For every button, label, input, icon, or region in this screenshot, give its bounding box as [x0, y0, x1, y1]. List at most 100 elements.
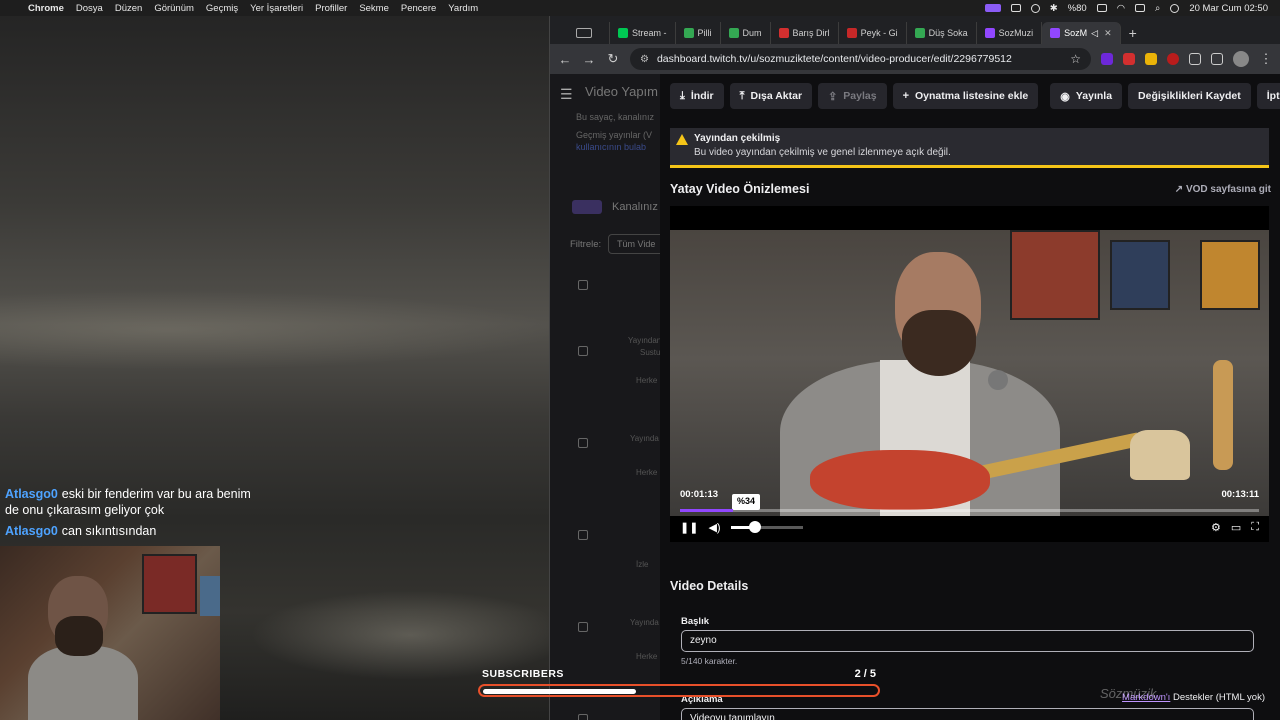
tab-favicon — [914, 28, 925, 38]
subscribers-goal: SUBSCRIBERS 2 / 5 — [478, 668, 880, 698]
volume-slider[interactable] — [730, 520, 803, 533]
row-checkbox[interactable] — [578, 714, 588, 720]
extension-icon[interactable] — [1123, 53, 1135, 65]
warning-text: Bu video yayından çekilmiş ve genel izle… — [694, 147, 951, 158]
subscribers-label: SUBSCRIBERS — [482, 668, 564, 680]
playlist-label: Oynatma listesine ekle — [915, 90, 1029, 102]
pause-icon[interactable]: ❚❚ — [680, 521, 698, 534]
volume-icon[interactable]: ◀) — [708, 521, 720, 534]
volume-knob[interactable] — [749, 520, 762, 533]
browser-tab[interactable]: Pilli — [676, 22, 721, 44]
browser-tab[interactable]: Dum — [721, 22, 771, 44]
preview-heading: Yatay Video Önizlemesi — [670, 182, 810, 196]
chrome-menu-icon[interactable]: ⋮ — [1259, 51, 1273, 67]
extension-icon[interactable] — [1101, 53, 1113, 65]
row-checkbox[interactable] — [578, 622, 588, 632]
battery-icon[interactable] — [1096, 4, 1107, 12]
record-icon[interactable] — [1030, 3, 1040, 13]
guitar-body — [810, 450, 990, 510]
extension-icon[interactable] — [1167, 53, 1179, 65]
profile-avatar[interactable] — [1233, 51, 1249, 67]
reload-icon[interactable]: ↻ — [606, 51, 620, 67]
webcam-poster — [142, 554, 197, 614]
browser-tab[interactable]: Peyk - Gi — [839, 22, 907, 44]
browser-tab-active[interactable]: SozM ◁ ✕ — [1042, 22, 1121, 44]
menu-edit[interactable]: Düzen — [115, 3, 142, 14]
menu-file[interactable]: Dosya — [76, 3, 103, 14]
export-button[interactable]: ⤒ Dışa Aktar — [729, 83, 813, 109]
menu-app-name[interactable]: Chrome — [28, 3, 64, 14]
browser-tab[interactable]: Barış Dirl — [771, 22, 839, 44]
cancel-button[interactable]: İptal — [1256, 83, 1280, 109]
save-label: Değişiklikleri Kaydet — [1138, 90, 1241, 102]
url-text[interactable]: dashboard.twitch.tv/u/sozmuziktete/conte… — [657, 53, 1012, 65]
download-button[interactable]: ⤓ İndir — [670, 83, 724, 109]
siri-icon[interactable] — [1170, 3, 1180, 13]
webcam-person-body — [28, 646, 138, 720]
webcam-person-beard — [55, 616, 103, 656]
forward-arrow-icon[interactable]: → — [582, 52, 596, 67]
menubar-status-area: ✱ %80 ◠ ⌕ 20 Mar Cum 02:50 — [984, 0, 1268, 16]
row-play[interactable]: İzle — [636, 560, 648, 569]
hamburger-menu-icon[interactable]: ☰ — [560, 86, 573, 103]
plus-icon: + — [902, 90, 909, 102]
mac-menubar: Chrome Dosya Düzen Görünüm Geçmiş Yer İş… — [0, 0, 1280, 16]
tab-favicon — [778, 28, 789, 38]
row-checkbox[interactable] — [578, 530, 588, 540]
add-to-playlist-button[interactable]: + Oynatma listesine ekle — [892, 83, 1039, 109]
tab-close-icon[interactable]: ✕ — [1104, 28, 1112, 39]
dashboard-desc-link: kullanıcının bulab — [576, 142, 647, 152]
menu-bookmarks[interactable]: Yer İşaretleri — [250, 3, 303, 14]
browser-tab[interactable]: SozMuzi — [977, 22, 1043, 44]
dashboard-title: Video Yapım — [585, 84, 658, 99]
media-controls-icon[interactable] — [1211, 53, 1223, 65]
tab-overview[interactable] — [558, 22, 610, 44]
menu-history[interactable]: Geçmiş — [206, 3, 238, 14]
extensions-puzzle-icon[interactable] — [1189, 53, 1201, 65]
wooden-mannequin — [1213, 360, 1233, 470]
save-changes-button[interactable]: Değişiklikleri Kaydet — [1128, 83, 1251, 109]
total-time: 00:13:11 — [1221, 489, 1259, 500]
row-status: Sustu — [640, 348, 661, 357]
browser-toolbar: ← → ↻ ⚙ dashboard.twitch.tv/u/sozmuzikte… — [550, 44, 1280, 74]
browser-tab[interactable]: Düş Soka — [907, 22, 977, 44]
row-checkbox[interactable] — [578, 280, 588, 290]
tab-audio-icon[interactable]: ◁ — [1091, 28, 1098, 39]
menu-help[interactable]: Yardım — [448, 3, 478, 14]
address-bar[interactable]: ⚙ dashboard.twitch.tv/u/sozmuziktete/con… — [630, 48, 1091, 70]
menu-window[interactable]: Pencere — [401, 3, 436, 14]
back-arrow-icon[interactable]: ← — [558, 52, 572, 67]
menubar-datetime[interactable]: 20 Mar Cum 02:50 — [1189, 3, 1268, 14]
menu-tab[interactable]: Sekme — [359, 3, 389, 14]
settings-gear-icon[interactable]: ⚙ — [1211, 521, 1221, 534]
menu-profiles[interactable]: Profiller — [315, 3, 347, 14]
extension-icon[interactable] — [1145, 53, 1157, 65]
fullscreen-icon[interactable]: ⛶ — [1251, 521, 1259, 534]
download-label: İndir — [690, 90, 714, 102]
menu-view[interactable]: Görünüm — [154, 3, 194, 14]
wifi-icon[interactable]: ◠ — [1117, 3, 1125, 14]
tab-favicon — [984, 28, 995, 38]
site-settings-icon[interactable]: ⚙ — [640, 54, 649, 65]
description-textarea[interactable]: Videoyu tanımlayın — [681, 708, 1254, 720]
tab-title: Dum — [742, 28, 762, 38]
share-button[interactable]: ⇪ Paylaş — [818, 83, 887, 109]
bookmark-star-icon[interactable]: ☆ — [1070, 52, 1081, 66]
display-icon[interactable] — [1010, 4, 1021, 12]
control-center-icon[interactable] — [1134, 4, 1145, 12]
tab-search-icon[interactable] — [575, 28, 592, 38]
search-icon[interactable]: ⌕ — [1155, 3, 1160, 14]
bluetooth-icon[interactable]: ✱ — [1050, 3, 1058, 14]
new-tab-button[interactable]: + — [1121, 22, 1145, 44]
vod-page-link[interactable]: ↗ VOD sayfasına git — [1175, 184, 1271, 195]
publish-button[interactable]: ◉ Yayınla — [1050, 83, 1123, 109]
row-checkbox[interactable] — [578, 438, 588, 448]
theatre-mode-icon[interactable]: ▭ — [1231, 521, 1241, 534]
upload-icon: ⤒ — [739, 89, 745, 102]
screen-share-icon[interactable] — [984, 4, 1001, 12]
title-input[interactable]: zeyno — [681, 630, 1254, 652]
video-player[interactable]: 00:01:13 00:13:11 %34 ❚❚ ◀) ⚙ ▭ ⛶ — [670, 206, 1269, 542]
cancel-label: İptal — [1266, 90, 1280, 102]
row-checkbox[interactable] — [578, 346, 588, 356]
browser-tab[interactable]: Stream - — [610, 22, 676, 44]
